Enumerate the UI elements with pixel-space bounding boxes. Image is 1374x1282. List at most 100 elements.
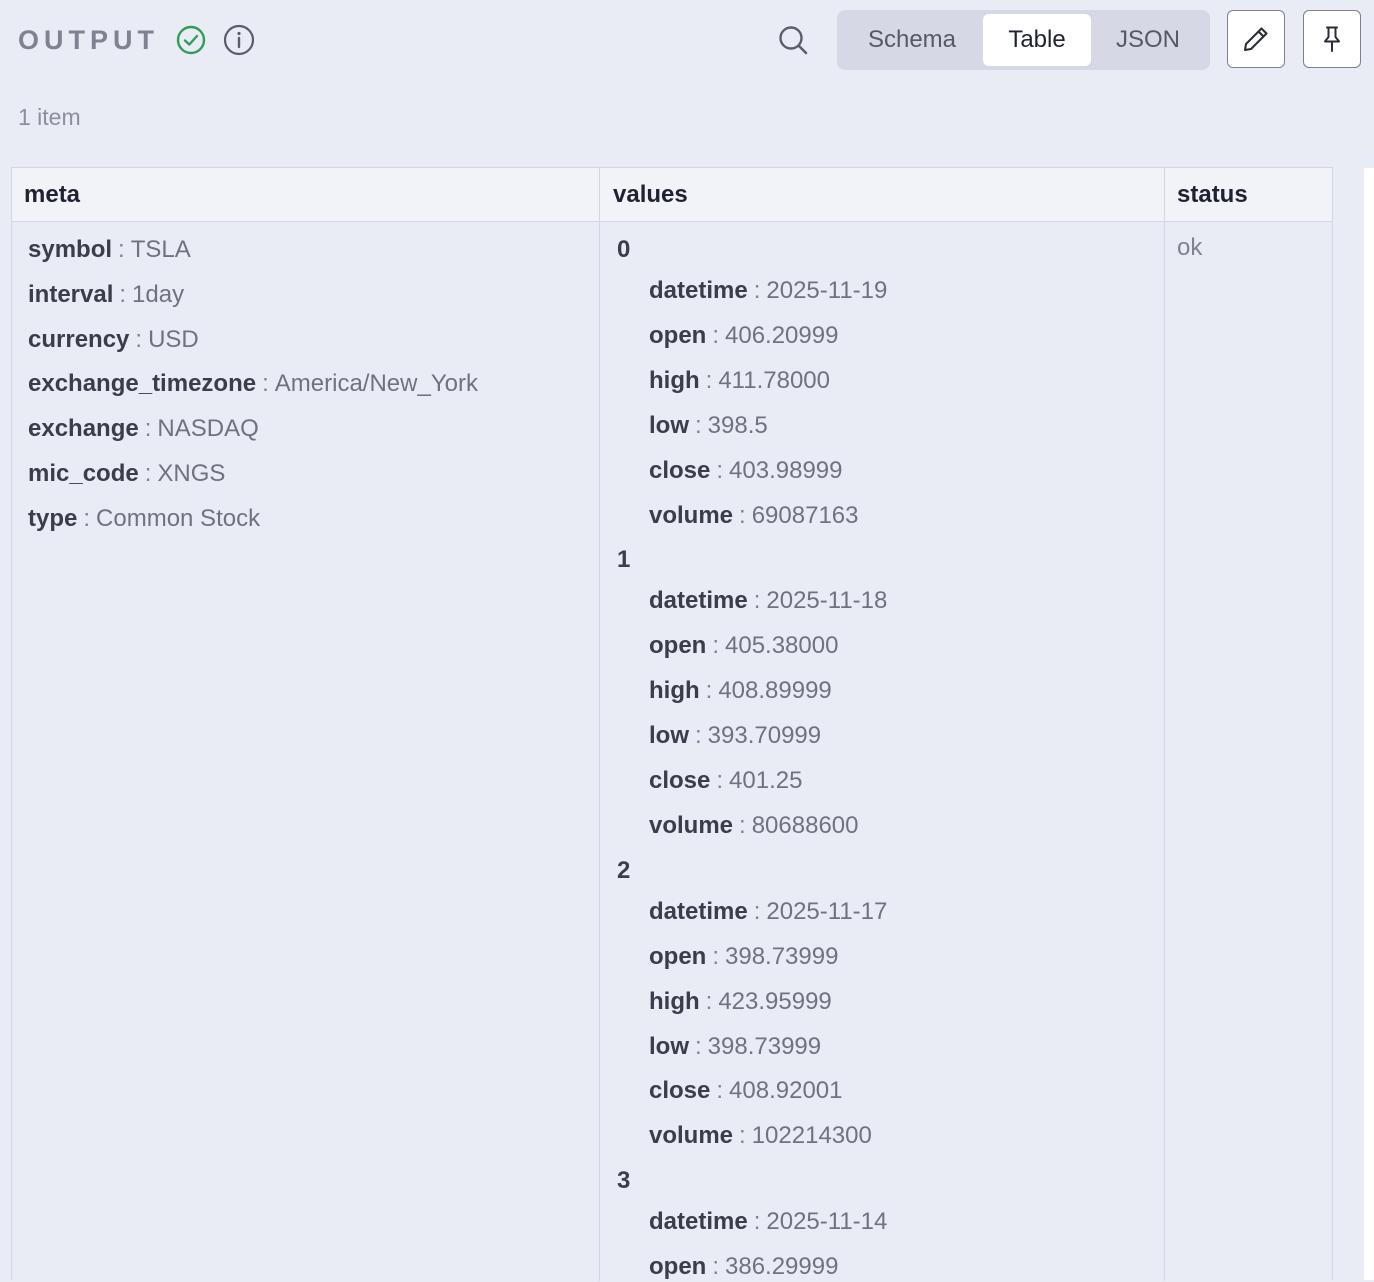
field-key: high [649, 366, 700, 394]
field-value: Common Stock [96, 504, 261, 532]
key-value-row: close:401.25 [649, 766, 802, 796]
field-key: mic_code [28, 460, 139, 487]
key-value-row: datetime:2025-11-14 [649, 1207, 887, 1237]
array-index: 1 [617, 546, 631, 574]
field-value: 2025-11-17 [766, 897, 888, 925]
column-divider [1164, 168, 1165, 1281]
key-separator: : [695, 722, 702, 750]
key-value-row: type: Common Stock [28, 504, 260, 534]
key-separator: : [705, 366, 713, 394]
field-value: 69087163 [751, 501, 859, 529]
field-value: 398.73999 [707, 1032, 822, 1060]
field-key: datetime [649, 897, 748, 925]
field-value: 401.25 [729, 767, 803, 794]
field-value: America/New_York [274, 370, 478, 398]
field-key: datetime [649, 1208, 748, 1236]
array-index: 3 [617, 1167, 631, 1195]
key-separator: : [695, 1032, 702, 1060]
field-value: 423.95999 [718, 987, 832, 1015]
field-value: 405.38000 [725, 632, 839, 660]
array-index: 0 [617, 236, 631, 263]
key-separator: : [118, 236, 125, 263]
field-value: 102214300 [751, 1122, 872, 1150]
key-separator: : [119, 280, 127, 308]
field-key: close [649, 1077, 711, 1105]
key-value-row: open:405.38000 [649, 631, 838, 661]
key-value-row: open:406.20999 [649, 321, 838, 351]
key-separator: : [262, 370, 269, 398]
field-key: exchange [28, 415, 139, 443]
pin-icon [1324, 26, 1340, 52]
key-separator: : [144, 460, 152, 487]
field-key: close [649, 767, 711, 794]
field-key: open [649, 942, 707, 970]
pin-button[interactable] [1303, 10, 1361, 68]
field-value: 411.78000 [718, 366, 830, 394]
key-value-row: volume:102214300 [649, 1121, 872, 1151]
edit-button[interactable] [1227, 10, 1285, 68]
item-count: 1 item [18, 104, 81, 130]
column-divider [599, 168, 600, 1281]
field-value: TSLA [130, 236, 191, 263]
field-key: datetime [649, 277, 748, 304]
key-value-row: close:403.98999 [649, 456, 843, 486]
tab-table[interactable]: Table [983, 14, 1091, 66]
key-separator: : [716, 1077, 724, 1105]
key-value-row: close:408.92001 [649, 1076, 843, 1106]
key-value-row: datetime:2025-11-17 [649, 897, 887, 927]
key-value-row: high:411.78000 [649, 366, 830, 396]
key-separator: : [716, 767, 724, 794]
key-separator: : [739, 1122, 746, 1150]
key-value-row: low:393.70999 [649, 721, 821, 751]
field-key: low [649, 722, 689, 750]
field-key: exchange_timezone [28, 370, 257, 398]
key-value-row: exchange: NASDAQ [28, 414, 259, 444]
field-value: 80688600 [751, 811, 859, 839]
key-separator: : [135, 325, 143, 353]
key-value-row: open:398.73999 [649, 942, 838, 972]
key-value-row: symbol: TSLA [28, 235, 191, 265]
field-key: open [649, 632, 707, 660]
field-key: interval [28, 280, 114, 308]
key-value-row: exchange_timezone: America/New_York [28, 369, 478, 399]
key-value-row: high:423.95999 [649, 987, 832, 1017]
tab-json[interactable]: JSON [1091, 14, 1205, 66]
field-key: low [649, 1032, 689, 1060]
key-value-row: datetime:2025-11-18 [649, 586, 887, 616]
field-key: datetime [649, 587, 748, 615]
field-value: 403.98999 [729, 456, 843, 484]
column-header-status: status [1177, 181, 1248, 208]
field-key: low [649, 411, 689, 439]
field-key: open [649, 321, 707, 349]
key-separator: : [716, 456, 724, 484]
field-key: type [28, 504, 78, 532]
output-header: OUTPUT Schema Table JSON [0, 0, 1374, 80]
key-separator: : [705, 677, 713, 705]
field-key: volume [649, 811, 734, 839]
field-value: 398.5 [707, 411, 768, 439]
search-icon[interactable] [776, 23, 810, 57]
field-value: 393.70999 [707, 722, 822, 750]
field-key: volume [649, 501, 734, 529]
key-value-row: currency: USD [28, 325, 199, 355]
field-value: XNGS [157, 460, 226, 487]
field-key: open [649, 1253, 707, 1281]
key-value-row: high:408.89999 [649, 676, 832, 706]
field-key: high [649, 677, 700, 705]
key-separator: : [144, 415, 152, 443]
key-separator: : [739, 811, 746, 839]
status-value: ok [1177, 234, 1203, 261]
info-icon[interactable] [223, 24, 255, 56]
field-value: 2025-11-18 [766, 587, 888, 615]
key-separator: : [753, 587, 761, 615]
field-value: 408.92001 [729, 1077, 843, 1105]
key-value-row: low:398.73999 [649, 1032, 821, 1062]
panel-title: OUTPUT [18, 25, 159, 55]
field-value: 406.20999 [725, 321, 839, 349]
key-value-row: volume:80688600 [649, 811, 858, 841]
key-separator: : [753, 1208, 761, 1236]
key-separator: : [695, 411, 702, 439]
scrollbar-track[interactable] [1364, 168, 1374, 1280]
tab-schema[interactable]: Schema [841, 14, 983, 66]
field-value: 2025-11-19 [766, 277, 888, 304]
